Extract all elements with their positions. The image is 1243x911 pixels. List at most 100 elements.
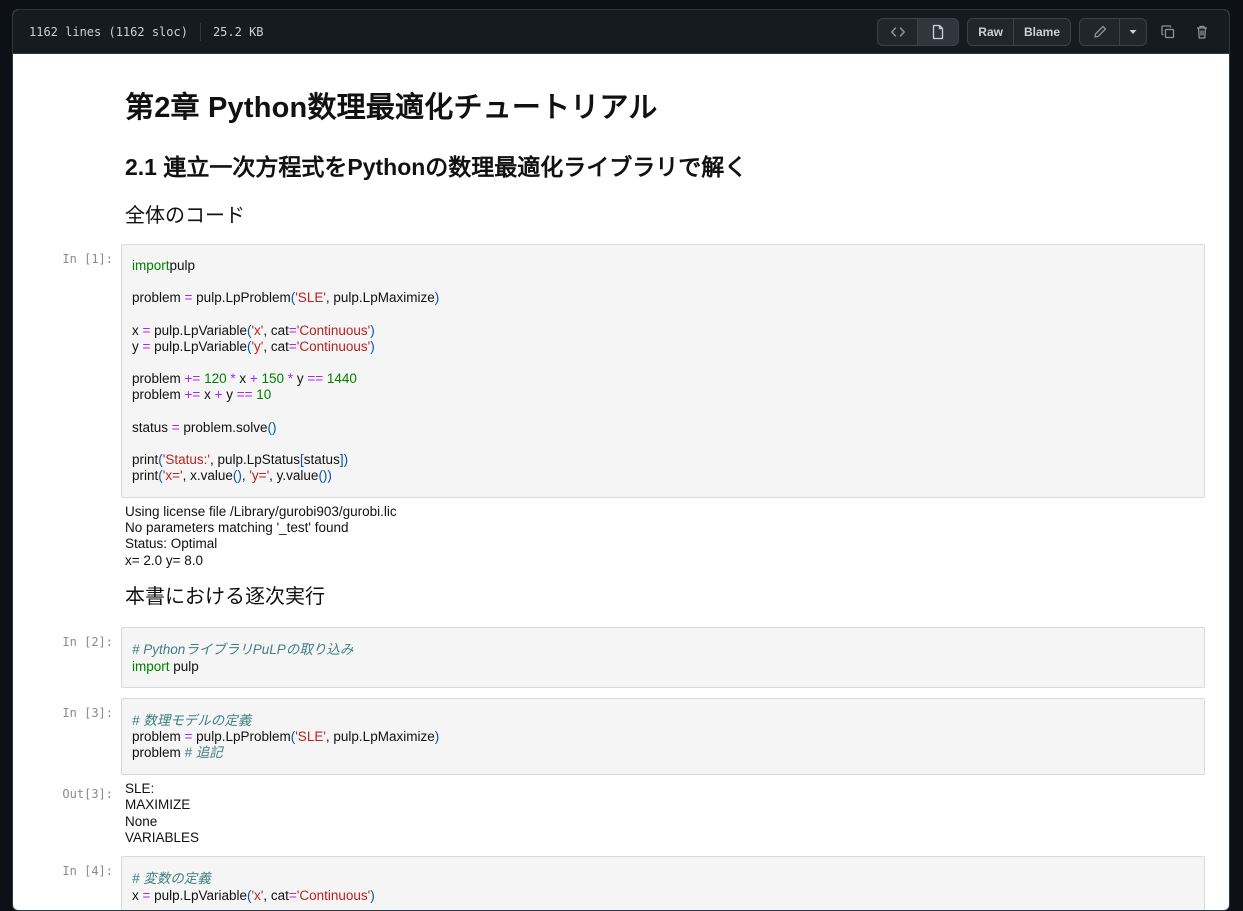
- code-token: 'Continuous': [296, 322, 371, 338]
- code-token: =: [288, 322, 297, 338]
- output-cell-1: Using license file /Library/gurobi903/gu…: [59, 498, 1205, 570]
- code-token: , y.value: [269, 468, 319, 484]
- output-prompt: Out[3]:: [62, 786, 113, 801]
- code-line: print('x=', x.value(), 'y=', y.value()): [132, 468, 1194, 484]
- file-icon: [933, 24, 944, 39]
- view-toggle: [877, 17, 960, 46]
- code-token: ): [434, 729, 440, 745]
- file-info: 1162 lines (1162 sloc) 25.2 KB: [29, 22, 264, 41]
- cell-output: SLE: MAXIMIZE None VARIABLES: [121, 775, 1205, 847]
- source-view-button[interactable]: [878, 18, 919, 45]
- code-icon: [890, 26, 905, 37]
- code-token: pulp.LpProblem: [192, 290, 291, 306]
- code-token: pulp: [169, 658, 199, 674]
- code-token: print: [132, 452, 159, 468]
- edit-group: [1079, 17, 1147, 46]
- code-token: , pulp.LpMaximize: [325, 729, 435, 745]
- code-input[interactable]: importpulp problem = pulp.LpProblem('SLE'…: [121, 244, 1205, 498]
- code-token: y: [293, 371, 308, 387]
- input-prompt: In [2]:: [62, 635, 113, 650]
- code-token: ==: [236, 387, 253, 403]
- code-token: , cat: [263, 887, 289, 903]
- rendered-view-button[interactable]: [918, 18, 959, 45]
- code-token: , cat: [263, 322, 289, 338]
- code-token: 'x': [251, 322, 264, 338]
- file-actions: Raw Blame: [877, 17, 1215, 46]
- output-line: MAXIMIZE: [125, 797, 191, 813]
- code-token: (): [232, 468, 242, 484]
- code-line: status = problem.solve(): [132, 420, 1194, 436]
- code-token: problem: [132, 745, 185, 761]
- code-token: # 数理モデルの定義: [132, 712, 252, 728]
- code-token: , cat: [263, 338, 289, 354]
- code-line: x = pulp.LpVariable('x', cat='Continuous…: [132, 323, 1194, 339]
- code-token: 150: [257, 371, 288, 387]
- divider: [199, 22, 201, 41]
- markdown-section: 本書における逐次実行: [59, 583, 1205, 611]
- code-token: 'Status:': [162, 452, 210, 468]
- code-token: ): [370, 338, 375, 354]
- edit-dropdown-button[interactable]: [1120, 19, 1146, 45]
- code-token: =: [288, 338, 297, 354]
- code-token: ): [370, 887, 375, 903]
- code-token: ]): [339, 452, 349, 468]
- line-count: 1162 lines (1162 sloc): [29, 24, 188, 39]
- code-input[interactable]: # 数理モデルの定義 problem = pulp.LpProblem('SLE'…: [121, 697, 1205, 775]
- pencil-icon: [1093, 25, 1106, 38]
- code-line: problem = pulp.LpProblem('SLE', pulp.LpM…: [132, 290, 1194, 306]
- code-token: pulp.LpVariable: [150, 338, 247, 354]
- file-header: 1162 lines (1162 sloc) 25.2 KB Raw Blame: [13, 10, 1229, 54]
- code-token: print: [132, 468, 159, 484]
- output-line: SLE:: [125, 780, 155, 796]
- raw-button[interactable]: Raw: [968, 18, 1014, 45]
- code-token: 'SLE': [295, 729, 326, 745]
- code-token: problem.solve: [179, 419, 268, 435]
- copy-button[interactable]: [1155, 19, 1181, 45]
- code-token: # 追記: [184, 745, 223, 761]
- code-line: problem = pulp.LpProblem('SLE', pulp.LpM…: [132, 729, 1194, 745]
- blame-button[interactable]: Blame: [1014, 19, 1070, 45]
- code-cell-4: In [4]: # 変数の定義 x = pulp.LpVariable('x', …: [59, 856, 1205, 910]
- code-token: ): [370, 322, 375, 338]
- code-token: 'Continuous': [296, 887, 371, 903]
- code-token: x: [132, 887, 143, 903]
- delete-button[interactable]: [1189, 19, 1215, 45]
- code-token: pulp.LpVariable: [150, 322, 247, 338]
- input-prompt: In [1]:: [62, 252, 113, 266]
- code-token: status: [303, 452, 340, 468]
- code-line: # 変数の定義: [132, 871, 1194, 887]
- code-token: problem: [132, 371, 185, 387]
- code-line: problem += 120 * x + 150 * y == 1440: [132, 371, 1194, 387]
- code-token: 10: [252, 387, 272, 403]
- output-line: x= 2.0 y= 8.0: [125, 552, 204, 568]
- code-token: 'y=': [249, 468, 270, 484]
- code-token: 'x=': [162, 468, 183, 484]
- triangle-down-icon: [1129, 29, 1137, 34]
- code-input[interactable]: # PythonライブラリPuLPの取り込み import pulp: [121, 627, 1205, 688]
- code-token: ==: [307, 371, 324, 387]
- code-line: import pulp: [132, 659, 1194, 675]
- code-token: , pulp.LpStatus: [209, 452, 301, 468]
- code-token: =: [288, 887, 297, 903]
- code-token: +: [249, 371, 258, 387]
- code-token: 'x': [251, 887, 264, 903]
- code-input[interactable]: # 変数の定義 x = pulp.LpVariable('x', cat='Con…: [121, 856, 1205, 910]
- input-prompt: In [3]:: [62, 705, 113, 720]
- code-line: # PythonライブラリPuLPの取り込み: [132, 642, 1194, 658]
- code-token: 'SLE': [295, 290, 326, 306]
- code-line: importpulp: [132, 258, 1194, 274]
- code-line: # 数理モデルの定義: [132, 713, 1194, 729]
- code-token: 120: [200, 371, 231, 387]
- file-size: 25.2 KB: [212, 24, 264, 39]
- code-token: , x.value: [182, 468, 233, 484]
- code-line: print('Status:', pulp.LpStatus[status]): [132, 452, 1194, 468]
- code-cell-1: In [1]: importpulp problem = pulp.LpProbl…: [59, 244, 1205, 498]
- code-token: (): [267, 419, 277, 435]
- code-token: 'Continuous': [296, 338, 371, 354]
- code-line: problem += x + y == 10: [132, 387, 1194, 403]
- edit-button[interactable]: [1080, 18, 1120, 45]
